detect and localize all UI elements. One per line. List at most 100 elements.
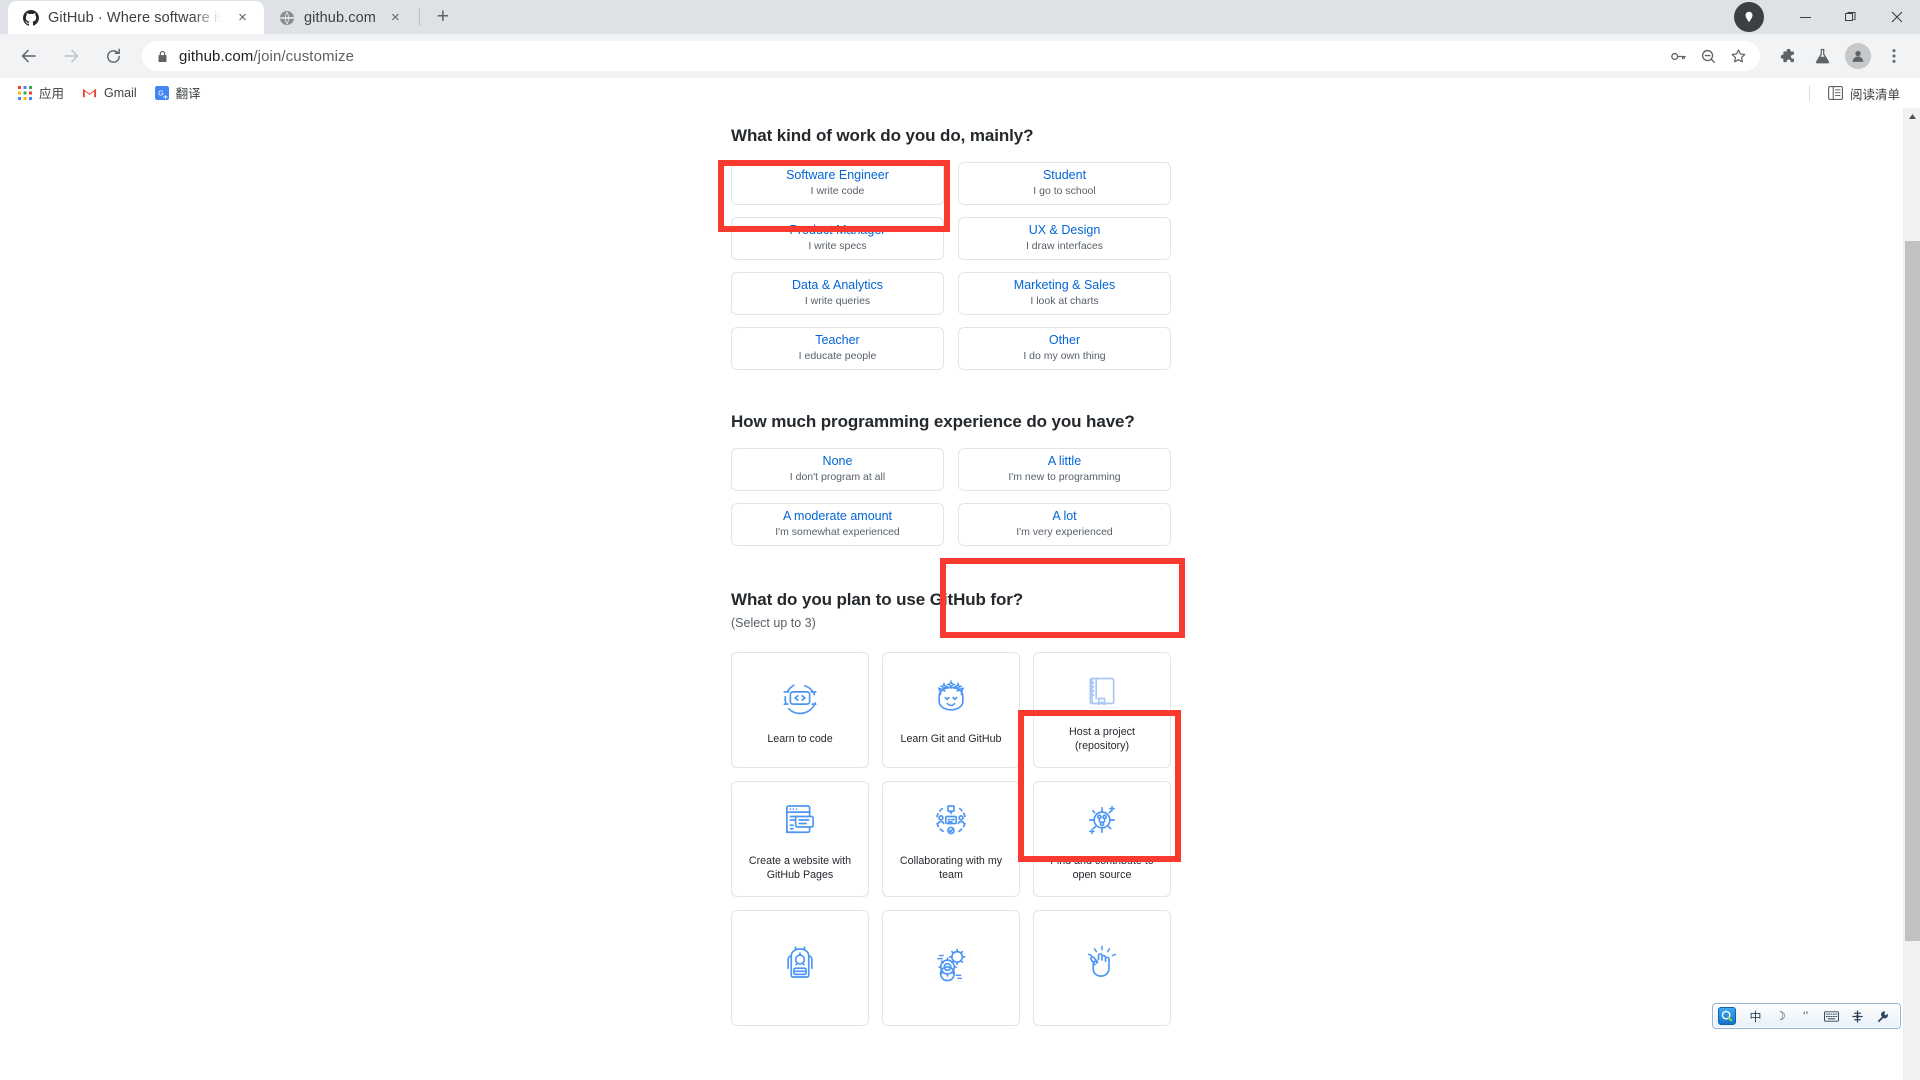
- option-teacher[interactable]: Teacher I educate people: [731, 327, 944, 370]
- option-title: Product Manager: [789, 222, 886, 237]
- use-option-github-pages[interactable]: Create a website with GitHub Pages: [731, 781, 869, 897]
- reload-button[interactable]: [96, 39, 130, 73]
- option-experience-none[interactable]: None I don't program at all: [731, 448, 944, 491]
- option-title: Data & Analytics: [791, 277, 883, 292]
- clapping-hands-icon: [1081, 939, 1123, 987]
- tab-github-com[interactable]: github.com ×: [264, 1, 417, 34]
- maximize-restore-button[interactable]: [1828, 0, 1874, 34]
- close-icon[interactable]: ×: [386, 8, 405, 27]
- option-subtitle: I do my own thing: [1023, 350, 1106, 363]
- bookmark-label: 翻译: [175, 87, 201, 101]
- use-option-gears[interactable]: [882, 910, 1020, 1026]
- option-experience-a-lot[interactable]: A lot I'm very experienced: [958, 503, 1171, 546]
- bookmark-label: 应用: [39, 87, 65, 101]
- option-title: Teacher: [815, 332, 860, 347]
- tab-github-main[interactable]: GitHub · Where software is buil ×: [8, 1, 264, 34]
- wrench-icon[interactable]: [1876, 1010, 1889, 1023]
- experience-options-grid: None I don't program at all A little I'm…: [731, 448, 1171, 546]
- option-experience-moderate[interactable]: A moderate amount I'm somewhat experienc…: [731, 503, 944, 546]
- page-scrollbar[interactable]: [1903, 108, 1920, 1080]
- use-option-clapping-hands[interactable]: [1033, 910, 1171, 1026]
- tab-strip: GitHub · Where software is buil × github…: [0, 0, 1920, 34]
- option-title: None: [822, 453, 853, 468]
- option-subtitle: I don't program at all: [789, 471, 886, 484]
- close-window-button[interactable]: [1874, 0, 1920, 34]
- tab-title: GitHub · Where software is buil: [48, 9, 223, 26]
- menu-dots-icon[interactable]: [1878, 40, 1910, 72]
- url-domain: github.com: [179, 47, 254, 65]
- reading-list-area: 阅读清单: [1799, 78, 1910, 108]
- key-icon[interactable]: [1664, 42, 1692, 70]
- option-ux-design[interactable]: UX & Design I draw interfaces: [958, 217, 1171, 260]
- webpage-icon: [779, 796, 821, 844]
- scrollbar-thumb[interactable]: [1905, 241, 1920, 941]
- reading-list-label: 阅读清单: [1849, 87, 1900, 102]
- use-option-label: Learn Git and GitHub: [900, 732, 1002, 745]
- svg-text:G: G: [158, 88, 164, 97]
- use-option-backpack[interactable]: [731, 910, 869, 1026]
- option-title: Software Engineer: [786, 167, 889, 182]
- zoom-out-icon[interactable]: [1694, 42, 1722, 70]
- page-viewport: What kind of work do you do, mainly? Sof…: [0, 108, 1920, 1080]
- backpack-octocat-icon: [779, 939, 821, 987]
- work-section-title: What kind of work do you do, mainly?: [731, 126, 1034, 145]
- flask-icon[interactable]: [1806, 40, 1838, 72]
- back-button[interactable]: [12, 39, 46, 73]
- lock-icon[interactable]: [156, 50, 169, 63]
- soft-keyboard-icon[interactable]: [1824, 1010, 1839, 1022]
- bookmark-label: Gmail: [104, 85, 137, 100]
- use-option-learn-to-code[interactable]: Learn to code: [731, 652, 869, 768]
- punctuation-icon[interactable]: ‘’: [1799, 1009, 1812, 1023]
- scroll-up-arrow-icon[interactable]: [1904, 108, 1920, 125]
- window-controls: [1734, 0, 1920, 34]
- work-options-grid: Software Engineer I write code Student I…: [731, 162, 1171, 370]
- option-subtitle: I educate people: [798, 350, 877, 363]
- option-product-manager[interactable]: Product Manager I write specs: [731, 217, 944, 260]
- open-source-branch-icon: [1081, 796, 1123, 844]
- github-icon: [22, 9, 39, 26]
- star-icon[interactable]: [1724, 42, 1752, 70]
- url-path: /join/customize: [253, 47, 355, 65]
- use-option-learn-git-github[interactable]: Learn Git and GitHub: [882, 652, 1020, 768]
- option-subtitle: I go to school: [1033, 185, 1096, 198]
- bookmarks-divider: [1808, 85, 1810, 101]
- option-other[interactable]: Other I do my own thing: [958, 327, 1171, 370]
- extensions-icon[interactable]: [1770, 40, 1802, 72]
- address-bar[interactable]: github.com/join/customize: [142, 41, 1760, 71]
- new-tab-button[interactable]: +: [426, 0, 460, 34]
- bookmark-gmail[interactable]: Gmail: [74, 83, 145, 103]
- option-title: Other: [1048, 332, 1081, 347]
- option-student[interactable]: Student I go to school: [958, 162, 1171, 205]
- option-data-analytics[interactable]: Data & Analytics I write queries: [731, 272, 944, 315]
- tab-title: github.com: [304, 9, 376, 26]
- chinese-mode-button[interactable]: 中: [1749, 1008, 1762, 1025]
- profile-badge-icon[interactable]: [1734, 2, 1764, 32]
- sogou-logo-icon[interactable]: [1718, 1007, 1736, 1025]
- bookmark-translate[interactable]: G 翻译: [147, 80, 209, 105]
- use-option-collaborate-team[interactable]: Collaborating with my team: [882, 781, 1020, 897]
- option-software-engineer[interactable]: Software Engineer I write code: [731, 162, 944, 205]
- option-title: A lot: [1052, 508, 1077, 523]
- bookmarks-bar: 应用 Gmail G 翻译 阅读清单: [0, 78, 1920, 108]
- browser-window: GitHub · Where software is buil × github…: [0, 0, 1920, 1080]
- moon-mode-icon[interactable]: ☽: [1774, 1009, 1787, 1023]
- option-experience-a-little[interactable]: A little I'm new to programming: [958, 448, 1171, 491]
- use-option-open-source[interactable]: Find and contribute to open source: [1033, 781, 1171, 897]
- minimize-button[interactable]: [1782, 0, 1828, 34]
- use-option-label: Learn to code: [767, 732, 833, 745]
- reading-list-button[interactable]: 阅读清单: [1820, 81, 1908, 106]
- ime-toolbar[interactable]: 中 ☽ ‘’: [1712, 1003, 1901, 1029]
- forward-button[interactable]: [54, 39, 88, 73]
- close-icon[interactable]: ×: [233, 8, 252, 27]
- toolbox-icon[interactable]: [1851, 1009, 1864, 1023]
- globe-icon: [278, 9, 295, 26]
- option-marketing-sales[interactable]: Marketing & Sales I look at charts: [958, 272, 1171, 315]
- option-title: Student: [1042, 167, 1087, 182]
- bookmark-apps[interactable]: 应用: [10, 80, 72, 105]
- use-section-title: What do you plan to use GitHub for?: [731, 590, 1024, 609]
- use-option-host-project[interactable]: Host a project (repository): [1033, 652, 1171, 768]
- option-title: Marketing & Sales: [1013, 277, 1116, 292]
- browser-toolbar: github.com/join/customize: [0, 34, 1920, 78]
- profile-avatar-icon[interactable]: [1845, 43, 1871, 69]
- use-option-label: Create a website with GitHub Pages: [748, 854, 852, 881]
